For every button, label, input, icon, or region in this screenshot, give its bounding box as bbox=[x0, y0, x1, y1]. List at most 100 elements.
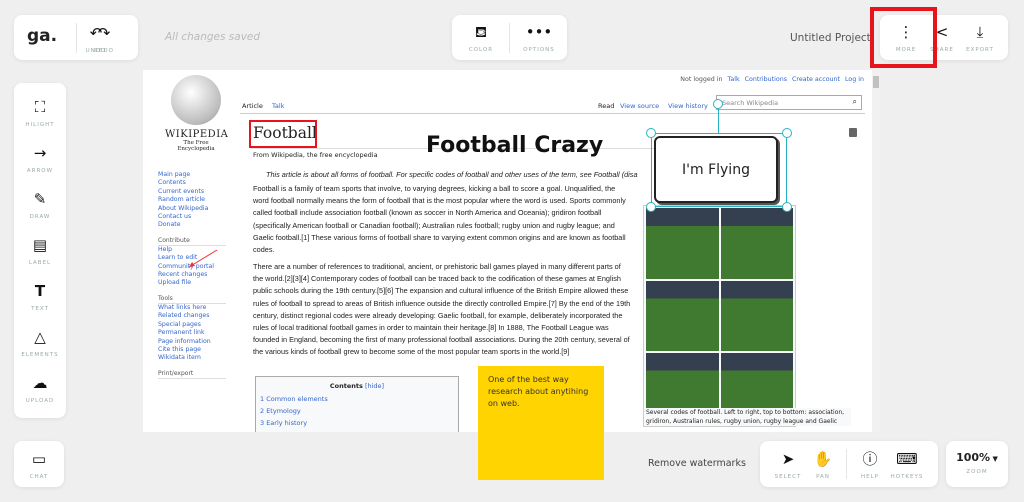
hotkeys-button[interactable]: ⌨ HOTKEYS bbox=[881, 450, 933, 480]
table-of-contents: Contents [hide] 1 Common elements 2 Etymo… bbox=[255, 376, 459, 432]
bottom-toolbar: ➤ SELECT ✋ PAN ⓘ HELP ⌨ HOTKEYS bbox=[760, 441, 938, 487]
color-button[interactable]: ⛾ COLOR bbox=[455, 23, 507, 53]
tool-draw[interactable]: ✎ DRAW bbox=[14, 190, 66, 220]
user-status: Not logged in bbox=[680, 76, 723, 83]
chat-button[interactable]: ▭ CHAT bbox=[14, 441, 64, 487]
sidebar-link[interactable]: Permanent link bbox=[158, 329, 226, 337]
image-rugby-union[interactable] bbox=[720, 280, 793, 352]
sidebar-link[interactable]: Special pages bbox=[158, 321, 226, 329]
cloud-upload-icon: ☁ bbox=[32, 374, 48, 392]
search-icon[interactable]: ⌕ bbox=[853, 97, 857, 107]
caret-down-icon: ▼ bbox=[990, 455, 998, 463]
remove-watermarks-link[interactable]: Remove watermarks bbox=[648, 458, 746, 469]
rotate-handle[interactable] bbox=[713, 99, 723, 109]
user-link[interactable]: Talk bbox=[728, 76, 740, 83]
sidebar-link[interactable]: Upload file bbox=[158, 279, 226, 287]
save-status: All changes saved bbox=[165, 31, 261, 43]
user-link[interactable]: Contributions bbox=[745, 76, 787, 83]
sticky-note[interactable]: One of the best way research about anyti… bbox=[478, 366, 604, 480]
toc-hide-link[interactable]: [hide] bbox=[365, 382, 384, 390]
highlight-box-more bbox=[870, 7, 937, 68]
project-name[interactable]: Untitled Project bbox=[790, 32, 871, 44]
tab-talk[interactable]: Talk bbox=[272, 102, 284, 110]
callout-annotation[interactable]: I'm Flying bbox=[646, 99, 792, 212]
top-center-toolbar: ⛾ COLOR ••• OPTIONS bbox=[452, 15, 567, 60]
sidebar-link[interactable]: Contents bbox=[158, 179, 226, 187]
tab-read[interactable]: Read bbox=[598, 102, 614, 110]
sidebar-link[interactable]: Random article bbox=[158, 196, 226, 204]
shapes-icon: △ bbox=[34, 328, 46, 346]
chat-icon: ▭ bbox=[31, 450, 47, 468]
wiki-search-input[interactable]: Search Wikipedia ⌕ bbox=[716, 95, 862, 110]
redo-button[interactable]: ↷ REDO bbox=[78, 24, 130, 54]
chat-tool: ▭ CHAT bbox=[29, 450, 49, 480]
wiki-tabs: Article Talk Read View source View histo… bbox=[240, 95, 865, 114]
tool-label[interactable]: ▤ LABEL bbox=[14, 236, 66, 266]
redo-icon: ↷ bbox=[97, 24, 111, 42]
tool-arrow[interactable]: → ARROW bbox=[14, 144, 66, 174]
image-association[interactable] bbox=[646, 208, 719, 279]
export-button[interactable]: ⤓ EXPORT bbox=[954, 23, 1006, 53]
sidebar-link[interactable]: Donate bbox=[158, 221, 226, 229]
paragraph-2: There are a number of references to trad… bbox=[253, 262, 631, 357]
resize-handle[interactable] bbox=[646, 128, 656, 138]
cursor-icon: ➤ bbox=[781, 450, 795, 468]
tool-hilight[interactable]: ⛶ HILIGHT bbox=[14, 98, 66, 128]
pencil-icon: ✎ bbox=[33, 190, 47, 208]
left-toolbar: ⛶ HILIGHT → ARROW ✎ DRAW ▤ LABEL T TEXT △ ELEM… bbox=[14, 83, 66, 418]
scrollbar[interactable] bbox=[872, 70, 880, 432]
options-button[interactable]: ••• OPTIONS bbox=[513, 23, 565, 53]
callout-bubble: I'm Flying bbox=[654, 136, 778, 203]
resize-handle[interactable] bbox=[782, 128, 792, 138]
image-australian-rules[interactable] bbox=[646, 280, 719, 352]
download-icon: ⤓ bbox=[976, 23, 984, 41]
pan-button[interactable]: ✋ PAN bbox=[797, 450, 849, 480]
big-text-annotation[interactable]: Football Crazy bbox=[426, 133, 603, 158]
hilight-icon: ⛶ bbox=[34, 98, 46, 116]
tab-view-source[interactable]: View source bbox=[620, 102, 659, 110]
toc-item[interactable]: 1 Common elements bbox=[260, 393, 458, 405]
sidebar-link[interactable]: Wikidata item bbox=[158, 354, 226, 362]
paint-bucket-icon: ⛾ bbox=[474, 23, 488, 41]
top-left-toolbar: ga. ↶ UNDO ↷ REDO bbox=[14, 15, 138, 60]
tool-elements[interactable]: △ ELEMENTS bbox=[14, 328, 66, 358]
user-link[interactable]: Create account bbox=[792, 76, 840, 83]
tab-view-history[interactable]: View history bbox=[668, 102, 708, 110]
image-caption: Several codes of football. Left to right… bbox=[646, 408, 851, 426]
lock-icon bbox=[849, 128, 857, 137]
zoom-control[interactable]: 100% ▼ ZOOM bbox=[946, 441, 1008, 487]
football-image-grid bbox=[643, 205, 796, 427]
label-icon: ▤ bbox=[32, 236, 48, 254]
sidebar-link[interactable]: What links here bbox=[158, 304, 226, 312]
sidebar-link[interactable]: Page information bbox=[158, 338, 226, 346]
sidebar-link[interactable]: Cite this page bbox=[158, 346, 226, 354]
image-gridiron[interactable] bbox=[720, 208, 793, 279]
red-arrow-annotation bbox=[188, 249, 218, 268]
toc-item[interactable]: 2 Etymology bbox=[260, 405, 458, 417]
tool-text[interactable]: T TEXT bbox=[14, 282, 66, 312]
text-icon: T bbox=[34, 282, 46, 300]
toc-item[interactable]: 3 Early history bbox=[260, 417, 458, 429]
logo: ga. bbox=[27, 26, 58, 46]
share-icon: < bbox=[935, 23, 949, 41]
tool-upload[interactable]: ☁ UPLOAD bbox=[14, 374, 66, 404]
more-horizontal-icon: ••• bbox=[525, 23, 553, 41]
sidebar-link[interactable]: Contact us bbox=[158, 213, 226, 221]
user-links: Not logged in Talk Contributions Create acc… bbox=[680, 76, 864, 83]
keyboard-icon: ⌨ bbox=[896, 450, 918, 468]
wiki-sidebar: Main page Contents Current events Random ar… bbox=[158, 171, 226, 379]
tab-article[interactable]: Article bbox=[242, 102, 263, 110]
user-link[interactable]: Log in bbox=[845, 76, 864, 83]
resize-handle[interactable] bbox=[782, 202, 792, 212]
sidebar-link[interactable]: Main page bbox=[158, 171, 226, 179]
article-subtitle: From Wikipedia, the free encyclopedia bbox=[253, 151, 378, 159]
arrow-icon: → bbox=[33, 144, 47, 162]
hatnote: This article is about all forms of footb… bbox=[266, 170, 638, 179]
title-highlight-box bbox=[249, 120, 317, 148]
help-icon: ⓘ bbox=[862, 450, 878, 468]
sidebar-link[interactable]: Current events bbox=[158, 188, 226, 196]
resize-handle[interactable] bbox=[646, 202, 656, 212]
sidebar-link[interactable]: About Wikipedia bbox=[158, 205, 226, 213]
globe-icon bbox=[171, 75, 221, 125]
sidebar-link[interactable]: Related changes bbox=[158, 312, 226, 320]
